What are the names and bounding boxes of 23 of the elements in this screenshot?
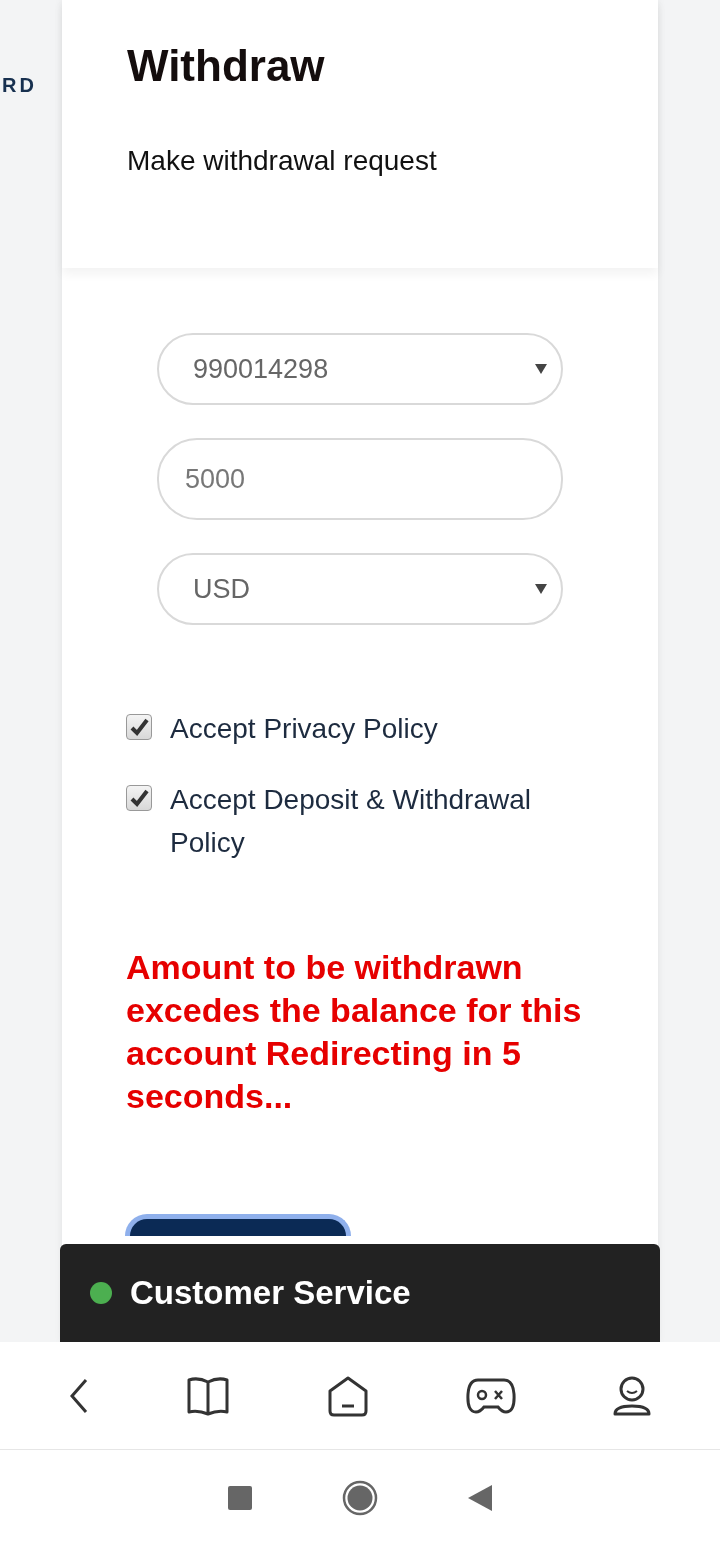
gamepad-icon[interactable] <box>466 1376 516 1415</box>
checkbox-label: Accept Deposit & Withdrawal Policy <box>170 783 533 860</box>
checkbox[interactable] <box>126 714 152 740</box>
profile-icon[interactable] <box>612 1374 652 1417</box>
error-message: Amount to be withdrawn excedes the balance for this account Redirecting in 5 seconds... <box>126 947 583 1117</box>
caret-icon <box>535 364 547 374</box>
book-icon[interactable] <box>186 1375 230 1416</box>
checkbox[interactable] <box>126 785 152 811</box>
submit-button[interactable] <box>125 1214 351 1236</box>
dropdown-field[interactable]: USD <box>157 553 563 625</box>
page-subtitle: Make withdrawal request <box>127 144 438 179</box>
input-field[interactable]: 5000 <box>157 438 563 520</box>
checkbox-label: Accept Privacy Policy <box>170 712 438 746</box>
caret-icon <box>535 584 547 594</box>
brand-text: RD <box>2 74 37 96</box>
page-title: Withdraw <box>127 42 326 91</box>
dropdown-field[interactable]: 990014298 <box>157 333 563 405</box>
chat-label: Customer Service <box>130 1273 411 1314</box>
chat-bar[interactable]: Customer Service <box>60 1244 660 1342</box>
back-icon[interactable] <box>468 1485 492 1511</box>
home-icon[interactable] <box>326 1374 370 1417</box>
home-button-icon[interactable] <box>342 1480 378 1516</box>
back-icon[interactable] <box>68 1377 90 1414</box>
